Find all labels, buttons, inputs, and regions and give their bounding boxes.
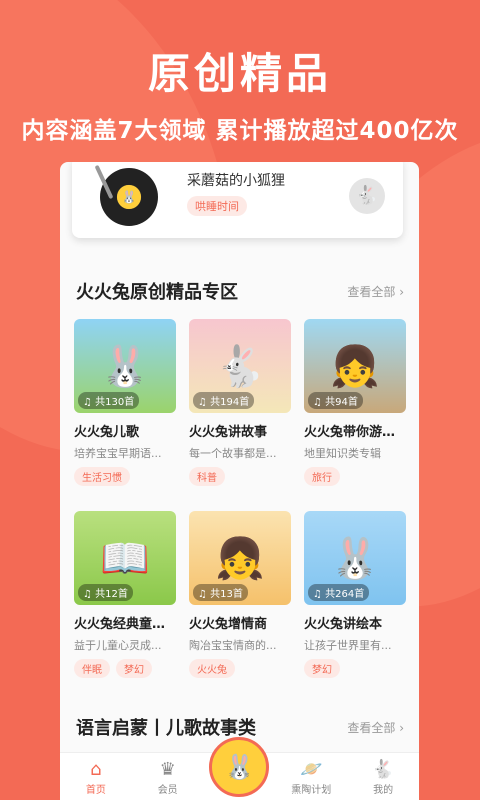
view-all-link[interactable]: 查看全部 ›	[347, 283, 404, 300]
album-card[interactable]: 🐰 ♫ 共130首 火火兔儿歌 培养宝宝早期语... 生活习惯	[74, 319, 176, 486]
album-cover[interactable]: 🐰 ♫ 共264首	[304, 511, 406, 605]
album-card[interactable]: 📖 ♫ 共12首 火火兔经典童话... 益于儿童心灵成... 伴眠 梦幻	[74, 511, 176, 678]
bottom-tab-bar: ⌂ 首页 ♛ 会员 🐰 🪐 熏陶计划 🐇 我的	[60, 736, 419, 800]
album-grid: 🐰 ♫ 共130首 火火兔儿歌 培养宝宝早期语... 生活习惯 🐇 ♫ 共194…	[74, 319, 406, 486]
album-desc: 每一个故事都是...	[189, 447, 277, 460]
rabbit-icon: 🐇	[371, 759, 395, 780]
album-card[interactable]: 🐰 ♫ 共264首 火火兔讲绘本 让孩子世界里有... 梦幻	[304, 511, 406, 678]
tab-label: 首页	[85, 785, 106, 796]
track-count: ♫ 共12首	[78, 584, 133, 601]
album-title: 火火兔带你游中...	[304, 425, 406, 440]
rabbit-play-icon: 🐇	[355, 185, 379, 206]
album-cover[interactable]: 🐇 ♫ 共194首	[189, 319, 291, 413]
center-play-button[interactable]: 🐰	[209, 736, 270, 797]
album-card[interactable]: 👧 ♫ 共13首 火火兔增情商 陶冶宝宝情商的... 火火兔	[189, 511, 291, 678]
tab-label: 熏陶计划	[291, 785, 332, 796]
tab-plan[interactable]: 🪐 熏陶计划	[281, 759, 341, 796]
hero-subtitle: 内容涵盖7大领域 累计播放超过400亿次	[21, 118, 459, 144]
planet-icon: 🪐	[300, 759, 323, 780]
track-count: ♫ 共94首	[308, 392, 363, 409]
track-count: ♫ 共264首	[308, 584, 370, 601]
tab-member[interactable]: ♛ 会员	[138, 759, 198, 796]
album-tag[interactable]: 科普	[189, 467, 225, 486]
album-title: 火火兔讲故事	[189, 425, 268, 440]
track-count: ♫ 共13首	[193, 584, 248, 601]
album-tag[interactable]: 旅行	[304, 467, 340, 486]
section-title: 火火兔原创精品专区	[76, 282, 238, 303]
album-tag[interactable]: 火火兔	[189, 659, 235, 678]
album-art-icon: 🐰	[117, 185, 141, 209]
crown-icon: ♛	[159, 759, 176, 780]
play-button[interactable]: 🐇	[349, 178, 385, 214]
album-title: 火火兔讲绘本	[304, 617, 383, 632]
album-cover[interactable]: 👧 ♫ 共13首	[189, 511, 291, 605]
section-title: 语言启蒙丨儿歌故事类	[76, 718, 256, 739]
section-header-original: 火火兔原创精品专区 查看全部 ›	[76, 278, 404, 304]
album-desc: 陶冶宝宝情商的...	[189, 639, 277, 652]
album-cover[interactable]: 📖 ♫ 共12首	[74, 511, 176, 605]
album-grid: 📖 ♫ 共12首 火火兔经典童话... 益于儿童心灵成... 伴眠 梦幻 👧 ♫…	[74, 511, 406, 678]
track-tag[interactable]: 哄睡时间	[187, 196, 247, 216]
album-desc: 培养宝宝早期语...	[74, 447, 162, 460]
album-card[interactable]: 🐇 ♫ 共194首 火火兔讲故事 每一个故事都是... 科普	[189, 319, 291, 486]
album-tag[interactable]: 伴眠	[74, 659, 110, 678]
album-tag[interactable]: 梦幻	[116, 659, 152, 678]
tab-label: 会员	[157, 785, 178, 796]
app-screen: 🐰 采蘑菇的小狐狸 哄睡时间 🐇 火火兔原创精品专区 查看全部 › 🐰 ♫ 共1…	[60, 162, 419, 800]
album-cover[interactable]: 👧 ♫ 共94首	[304, 319, 406, 413]
tab-home[interactable]: ⌂ 首页	[66, 759, 126, 796]
now-playing-card[interactable]: 🐰 采蘑菇的小狐狸 哄睡时间 🐇	[72, 162, 403, 238]
album-card[interactable]: 👧 ♫ 共94首 火火兔带你游中... 地里知识类专辑 旅行	[304, 319, 406, 486]
album-tags: 旅行	[304, 467, 406, 486]
album-tags: 火火兔	[189, 659, 291, 678]
album-tags: 生活习惯	[74, 467, 176, 486]
home-icon: ⌂	[90, 759, 102, 780]
album-title: 火火兔增情商	[189, 617, 268, 632]
tab-label: 我的	[373, 785, 394, 796]
album-tags: 梦幻	[304, 659, 406, 678]
album-tag[interactable]: 生活习惯	[74, 467, 130, 486]
tab-mine[interactable]: 🐇 我的	[353, 759, 413, 796]
album-desc: 地里知识类专辑	[304, 447, 381, 460]
album-desc: 益于儿童心灵成...	[74, 639, 162, 652]
album-tags: 科普	[189, 467, 291, 486]
track-title: 采蘑菇的小狐狸	[187, 173, 285, 189]
album-desc: 让孩子世界里有...	[304, 639, 392, 652]
track-count: ♫ 共194首	[193, 392, 255, 409]
hero-title: 原创精品	[147, 49, 332, 98]
album-cover[interactable]: 🐰 ♫ 共130首	[74, 319, 176, 413]
album-tags: 伴眠 梦幻	[74, 659, 176, 678]
bunny-disc-icon: 🐰	[224, 752, 255, 781]
album-title: 火火兔经典童话...	[74, 617, 176, 632]
album-tag[interactable]: 梦幻	[304, 659, 340, 678]
view-all-link[interactable]: 查看全部 ›	[347, 719, 404, 736]
track-count: ♫ 共130首	[78, 392, 140, 409]
hero-banner: 原创精品 内容涵盖7大领域 累计播放超过400亿次	[0, 0, 480, 145]
album-title: 火火兔儿歌	[74, 425, 140, 440]
